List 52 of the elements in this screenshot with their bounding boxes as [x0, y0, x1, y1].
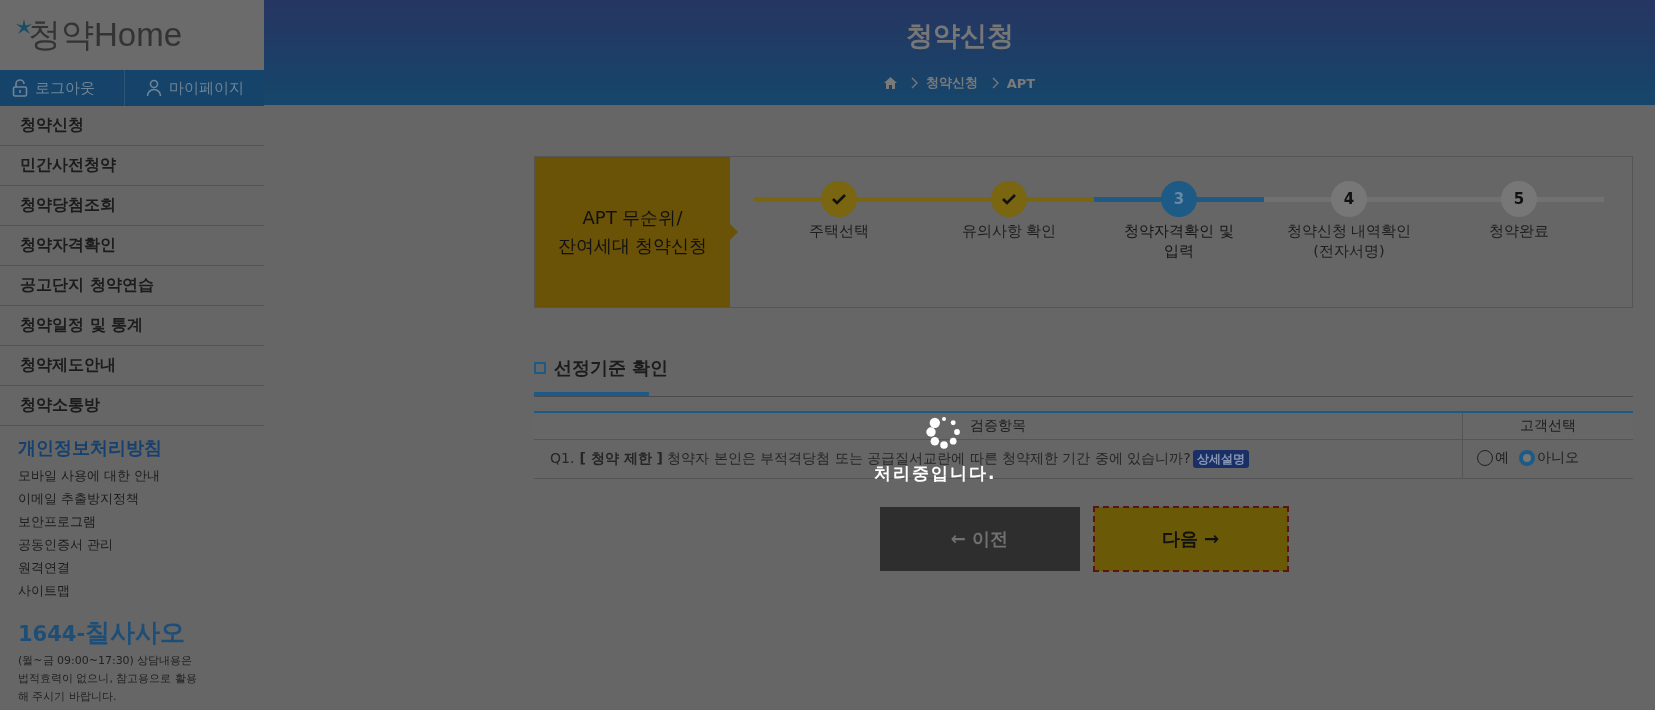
step-marker: 4 [1331, 181, 1367, 217]
chevron-icon [910, 77, 918, 89]
application-type-label: APT 무순위/ 잔여세대 청약신청 [557, 206, 708, 258]
footer-link[interactable]: 공동인증서 관리 [18, 533, 264, 556]
footer-link[interactable]: 이메일 추출방지정책 [18, 487, 264, 510]
menu-item[interactable]: 청약제도안내 [0, 346, 264, 386]
step-label: 청약자격확인 및 입력 [1124, 222, 1234, 261]
menu-item[interactable]: 청약자격확인 [0, 226, 264, 266]
account-link[interactable]: 로그아웃 [0, 70, 125, 106]
footer-link[interactable]: 원격연결 [18, 556, 264, 579]
phone-number: 1644-칠사사오 [18, 617, 187, 649]
privacy-policy-link[interactable]: 개인정보처리방침 [18, 436, 264, 460]
lock-icon [12, 79, 28, 97]
radio-button[interactable] [1519, 450, 1535, 466]
step-marker: 5 [1501, 181, 1537, 217]
menu-item[interactable]: 공고단지 청약연습 [0, 266, 264, 306]
breadcrumb-link[interactable]: APT [1006, 75, 1036, 91]
hours-note: (월~금 09:00~17:30) 상담내용은 법적효력이 없으니, 참고용으로 활용해 주시기 바랍니다. [18, 653, 198, 705]
question-number: Q1. [550, 450, 575, 466]
step-label: 청약완료 [1489, 222, 1549, 241]
check-icon [1001, 193, 1017, 205]
home-icon[interactable] [883, 77, 897, 89]
next-button[interactable]: 다음 → [1093, 507, 1288, 571]
logo[interactable]: 청약Home [18, 12, 183, 58]
step-label: 유의사항 확인 [961, 222, 1057, 241]
column-header: 검증항목 [534, 412, 1463, 440]
person-icon [145, 79, 162, 97]
menu-item[interactable]: 청약신청 [0, 106, 264, 146]
footer-link[interactable]: 사이트맵 [18, 579, 264, 602]
footer-link[interactable]: 모바일 사용에 대한 안내 [18, 464, 264, 487]
step-label: 주택선택 [809, 222, 869, 241]
chevron-icon [991, 77, 999, 89]
step-label: 청약신청 내역확인 (전자서명) [1286, 222, 1412, 261]
page-title: 청약신청 [905, 19, 1014, 53]
details-button[interactable]: 상세설명 [1192, 450, 1249, 468]
spinner-icon [926, 414, 963, 450]
menu-item[interactable]: 청약소통방 [0, 386, 264, 426]
column-header: 고객선택 [1462, 412, 1633, 440]
menu-item[interactable]: 민간사전청약 [0, 146, 264, 186]
check-icon [831, 193, 847, 205]
question-text: [ 청약 제한 ] 청약자 본인은 부적격당첨 또는 공급질서교란에 따른 청약제한 기간 중에 있습니까? [579, 450, 1191, 466]
step-marker: 3 [1161, 181, 1197, 217]
menu-item[interactable]: 청약일정 및 통계 [0, 306, 264, 346]
account-link[interactable]: 마이페이지 [125, 70, 264, 106]
menu-item[interactable]: 청약당첨조회 [0, 186, 264, 226]
section-title: 선정기준 확인 [554, 356, 669, 380]
option-label[interactable]: 아니오 [1537, 449, 1579, 467]
breadcrumb-link[interactable]: 청약신청 [925, 74, 978, 92]
option-label[interactable]: 예 [1495, 449, 1509, 467]
previous-button[interactable]: ← 이전 [879, 507, 1080, 571]
footer-link[interactable]: 보안프로그램 [18, 510, 264, 533]
square-bullet-icon [534, 362, 546, 374]
